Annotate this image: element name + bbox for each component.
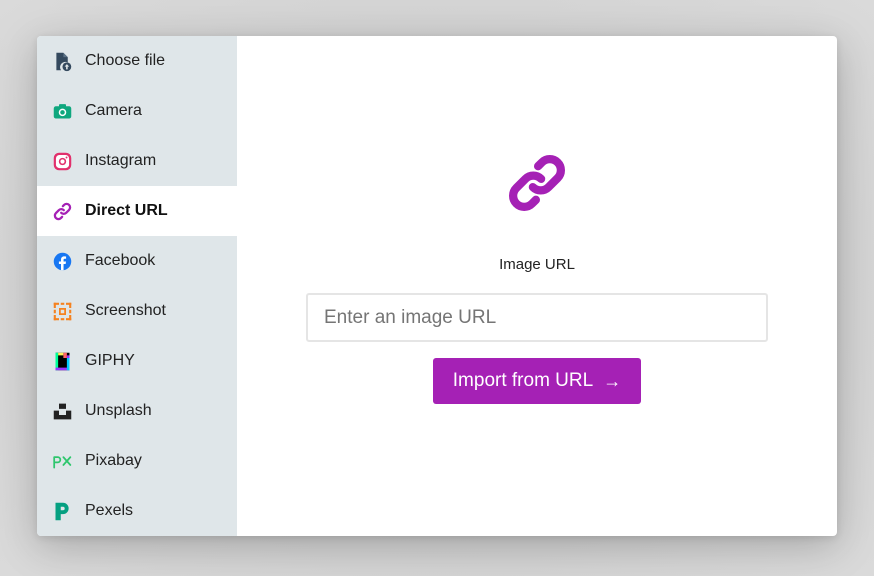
file-upload-icon xyxy=(52,51,73,72)
direct-url-panel: Image URL Import from URL → xyxy=(237,36,837,536)
sidebar-item-choose-file[interactable]: Choose file xyxy=(37,36,237,86)
link-icon xyxy=(509,155,565,211)
sidebar-item-facebook[interactable]: Facebook xyxy=(37,236,237,286)
link-icon xyxy=(52,201,73,222)
giphy-icon xyxy=(52,351,73,372)
instagram-icon xyxy=(52,151,73,172)
sidebar-item-label: Camera xyxy=(85,102,142,119)
sidebar-item-label: Facebook xyxy=(85,252,156,269)
image-url-input[interactable] xyxy=(306,293,768,342)
pixabay-icon xyxy=(52,451,73,472)
sidebar-item-instagram[interactable]: Instagram xyxy=(37,136,237,186)
sidebar-item-label: Pixabay xyxy=(85,452,142,469)
sidebar-item-label: Instagram xyxy=(85,152,157,169)
facebook-icon xyxy=(52,251,73,272)
sidebar-item-label: Screenshot xyxy=(85,302,166,319)
unsplash-icon xyxy=(52,401,73,422)
sidebar-item-label: Choose file xyxy=(85,52,166,69)
image-import-dialog: Choose file Camera Instagram Direct URL … xyxy=(37,36,837,536)
source-sidebar: Choose file Camera Instagram Direct URL … xyxy=(37,36,237,536)
sidebar-item-pexels[interactable]: Pexels xyxy=(37,486,237,536)
image-url-label: Image URL xyxy=(499,256,575,273)
sidebar-item-label: Unsplash xyxy=(85,402,152,419)
sidebar-item-unsplash[interactable]: Unsplash xyxy=(37,386,237,436)
sidebar-item-label: Direct URL xyxy=(85,202,168,219)
screenshot-icon xyxy=(52,301,73,322)
import-button-label: Import from URL xyxy=(452,370,594,391)
sidebar-item-direct-url[interactable]: Direct URL xyxy=(37,186,237,236)
camera-icon xyxy=(52,101,73,122)
arrow-right-icon: → xyxy=(603,370,622,391)
sidebar-item-label: GIPHY xyxy=(85,352,135,369)
sidebar-item-giphy[interactable]: GIPHY xyxy=(37,336,237,386)
pexels-icon xyxy=(52,501,73,522)
sidebar-item-camera[interactable]: Camera xyxy=(37,86,237,136)
import-from-url-button[interactable]: Import from URL → xyxy=(433,358,641,404)
sidebar-item-pixabay[interactable]: Pixabay xyxy=(37,436,237,486)
sidebar-item-label: Pexels xyxy=(85,502,134,519)
sidebar-item-screenshot[interactable]: Screenshot xyxy=(37,286,237,336)
